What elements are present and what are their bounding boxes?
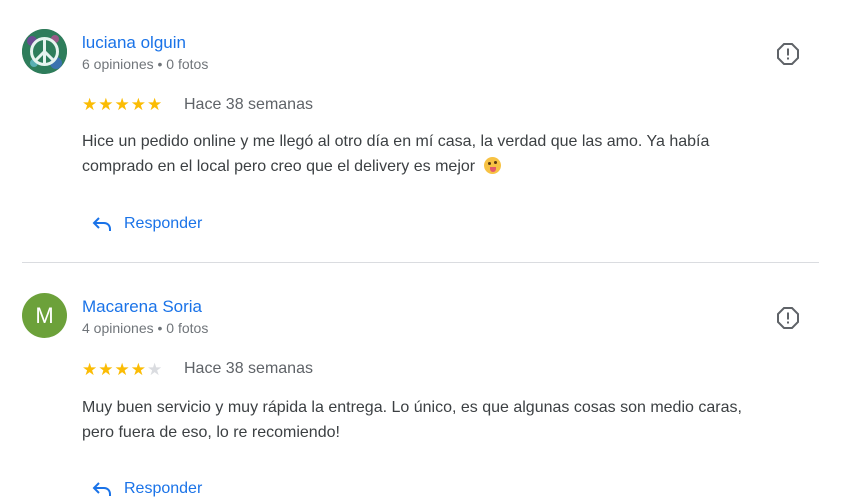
- report-flag-icon[interactable]: [776, 42, 800, 66]
- reply-button[interactable]: Responder: [92, 215, 202, 233]
- review-text-line: comprado en el local pero creo que el de…: [82, 154, 827, 179]
- star-rating: ★ ★ ★ ★ ★: [82, 96, 162, 113]
- star-icon: ★: [130, 95, 146, 114]
- reply-label: Responder: [124, 215, 203, 232]
- peace-symbol-icon: [22, 29, 67, 74]
- star-rating: ★ ★ ★ ★ ★: [82, 361, 162, 378]
- divider: [22, 262, 819, 263]
- review-date: Hace 38 semanas: [184, 96, 313, 113]
- review-date: Hace 38 semanas: [184, 360, 313, 377]
- tongue-emoji-icon: [483, 157, 501, 174]
- star-icon: ★: [98, 360, 114, 379]
- avatar-letter: M: [35, 302, 54, 328]
- star-icon: ★: [82, 95, 98, 114]
- report-flag-icon[interactable]: [776, 306, 800, 330]
- avatar[interactable]: [22, 29, 67, 74]
- review-text-line: pero fuera de eso, lo re recomiendo!: [82, 424, 340, 441]
- review-text-line: Hice un pedido online y me llegó al otro…: [82, 133, 710, 150]
- avatar[interactable]: M: [22, 293, 67, 338]
- star-icon: ★: [114, 95, 130, 114]
- reply-button[interactable]: Responder: [92, 480, 202, 498]
- review-text-fragment: comprado en el local pero creo que el de…: [82, 158, 476, 175]
- reply-label: Responder: [124, 480, 203, 497]
- star-icon: ★: [82, 360, 98, 379]
- review-text: Hice un pedido online y me llegó al otro…: [82, 129, 827, 179]
- star-empty-icon: ★: [147, 360, 163, 379]
- reviewer-name[interactable]: Macarena Soria: [82, 297, 202, 317]
- reviewer-meta[interactable]: 6 opiniones • 0 fotos: [82, 56, 208, 72]
- review-text: Muy buen servicio y muy rápida la entreg…: [82, 395, 827, 445]
- star-icon: ★: [130, 360, 146, 379]
- reply-arrow-icon: [92, 482, 111, 496]
- star-icon: ★: [98, 95, 114, 114]
- review-text-line: Muy buen servicio y muy rápida la entreg…: [82, 399, 742, 416]
- star-icon: ★: [147, 95, 163, 114]
- reviewer-name[interactable]: luciana olguin: [82, 33, 186, 53]
- reviewer-meta[interactable]: 4 opiniones • 0 fotos: [82, 320, 208, 336]
- reply-arrow-icon: [92, 217, 111, 231]
- star-icon: ★: [114, 360, 130, 379]
